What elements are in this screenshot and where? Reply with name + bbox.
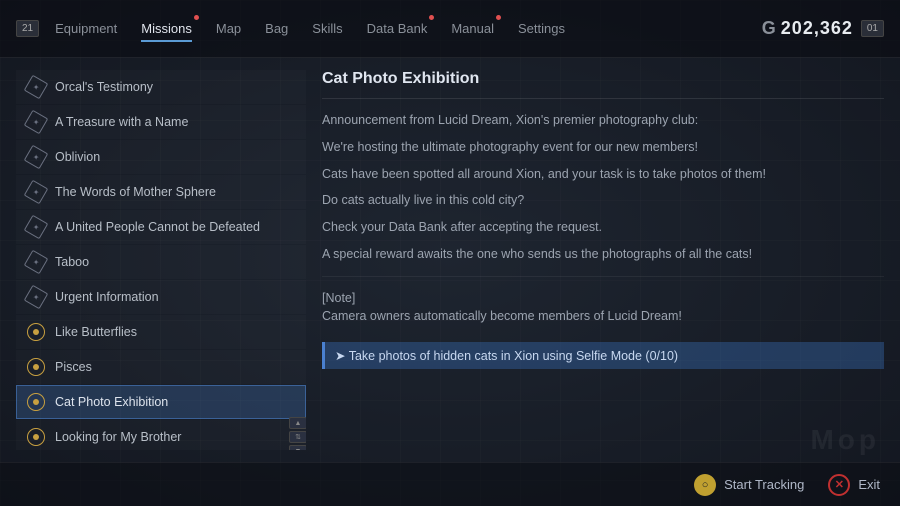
mission-label: A Treasure with a Name	[55, 115, 295, 129]
mission-icon: ✦	[24, 180, 49, 205]
detail-note: [Note] Camera owners automatically becom…	[322, 289, 884, 327]
mission-icon: ✦	[24, 110, 49, 135]
detail-paragraph: Announcement from Lucid Dream, Xion's pr…	[322, 111, 884, 130]
exit-label: Exit	[858, 477, 880, 492]
mission-item[interactable]: Cat Photo Exhibition	[16, 385, 306, 419]
mission-side-badge: ▲ ⇅ ▼	[289, 417, 306, 450]
mission-label: Urgent Information	[55, 290, 295, 304]
mission-item[interactable]: Pisces	[16, 350, 306, 384]
mission-item[interactable]: Looking for My Brother▲ ⇅ ▼	[16, 420, 306, 450]
nav-item-data-bank[interactable]: Data Bank	[367, 17, 428, 40]
mission-item[interactable]: ✦ Urgent Information	[16, 280, 306, 314]
mission-icon: ✦	[24, 145, 49, 170]
detail-paragraph: Check your Data Bank after accepting the…	[322, 218, 884, 237]
nav-item-bag[interactable]: Bag	[265, 17, 288, 40]
detail-paragraph: A special reward awaits the one who send…	[322, 245, 884, 264]
mission-item[interactable]: ✦ Taboo	[16, 245, 306, 279]
detail-paragraph: Cats have been spotted all around Xion, …	[322, 165, 884, 184]
currency-display: G202,362	[762, 18, 853, 39]
exit-icon: ✕	[828, 474, 850, 496]
mission-icon	[27, 393, 45, 411]
mission-label: Orcal's Testimony	[55, 80, 295, 94]
currency-value: 202,362	[781, 18, 853, 38]
nav-bar: 21 Equipment Missions Map Bag Skills Data Ban…	[0, 0, 900, 58]
mission-icon	[27, 358, 45, 376]
mission-icon: ✦	[24, 285, 49, 310]
mission-item[interactable]: ✦ Orcal's Testimony	[16, 70, 306, 104]
nav-item-manual[interactable]: Manual	[451, 17, 494, 40]
task-bar: ➤ Take photos of hidden cats in Xion usi…	[322, 342, 884, 369]
mission-label: Looking for My Brother	[55, 430, 295, 444]
mission-icon: ✦	[24, 75, 49, 100]
nav-right: G202,362 01	[762, 18, 884, 39]
nav-items: Equipment Missions Map Bag Skills Data Bank Ma…	[55, 17, 762, 40]
nav-item-equipment[interactable]: Equipment	[55, 17, 117, 40]
bottom-bar: ○ Start Tracking ✕ Exit	[0, 462, 900, 506]
detail-divider	[322, 276, 884, 277]
mission-item[interactable]: ✦ A Treasure with a Name	[16, 105, 306, 139]
mission-label: Oblivion	[55, 150, 295, 164]
mission-label: Pisces	[55, 360, 295, 374]
detail-paragraph: Do cats actually live in this cold city?	[322, 191, 884, 210]
mission-label: A United People Cannot be Defeated	[55, 220, 295, 234]
side-btn-up[interactable]: ▲	[289, 417, 306, 429]
start-tracking-button[interactable]: ○ Start Tracking	[694, 474, 804, 496]
mission-icon	[27, 428, 45, 446]
mission-item[interactable]: ✦ A United People Cannot be Defeated	[16, 210, 306, 244]
mission-label: Like Butterflies	[55, 325, 295, 339]
detail-title: Cat Photo Exhibition	[322, 70, 884, 99]
detail-body: Announcement from Lucid Dream, Xion's pr…	[322, 111, 884, 450]
side-btn-down[interactable]: ▼	[289, 445, 306, 450]
nav-dot	[496, 15, 501, 20]
mission-detail: Cat Photo Exhibition Announcement from L…	[318, 70, 884, 450]
mission-icon: ✦	[24, 250, 49, 275]
nav-item-settings[interactable]: Settings	[518, 17, 565, 40]
right-badge: 01	[861, 20, 884, 37]
mission-item[interactable]: Like Butterflies	[16, 315, 306, 349]
side-btn-sort[interactable]: ⇅	[289, 431, 306, 443]
left-badge: 21	[16, 20, 39, 37]
track-icon: ○	[694, 474, 716, 496]
task-text: ➤ Take photos of hidden cats in Xion usi…	[335, 348, 678, 363]
track-label: Start Tracking	[724, 477, 804, 492]
mission-icon	[27, 323, 45, 341]
nav-item-map[interactable]: Map	[216, 17, 241, 40]
detail-paragraph: We're hosting the ultimate photography e…	[322, 138, 884, 157]
mission-label: The Words of Mother Sphere	[55, 185, 295, 199]
currency-g-label: G	[762, 18, 777, 38]
mission-item[interactable]: ✦ Oblivion	[16, 140, 306, 174]
nav-dot	[194, 15, 199, 20]
nav-dot	[429, 15, 434, 20]
nav-item-missions[interactable]: Missions	[141, 17, 192, 40]
mission-list: ✦ Orcal's Testimony ✦ A Treasure with a Nam…	[16, 70, 306, 450]
mission-icon: ✦	[24, 215, 49, 240]
exit-button[interactable]: ✕ Exit	[828, 474, 880, 496]
mission-label: Taboo	[55, 255, 295, 269]
mission-label: Cat Photo Exhibition	[55, 395, 295, 409]
mission-item[interactable]: ✦ The Words of Mother Sphere	[16, 175, 306, 209]
nav-item-skills[interactable]: Skills	[312, 17, 342, 40]
main-content: ✦ Orcal's Testimony ✦ A Treasure with a Nam…	[0, 58, 900, 462]
